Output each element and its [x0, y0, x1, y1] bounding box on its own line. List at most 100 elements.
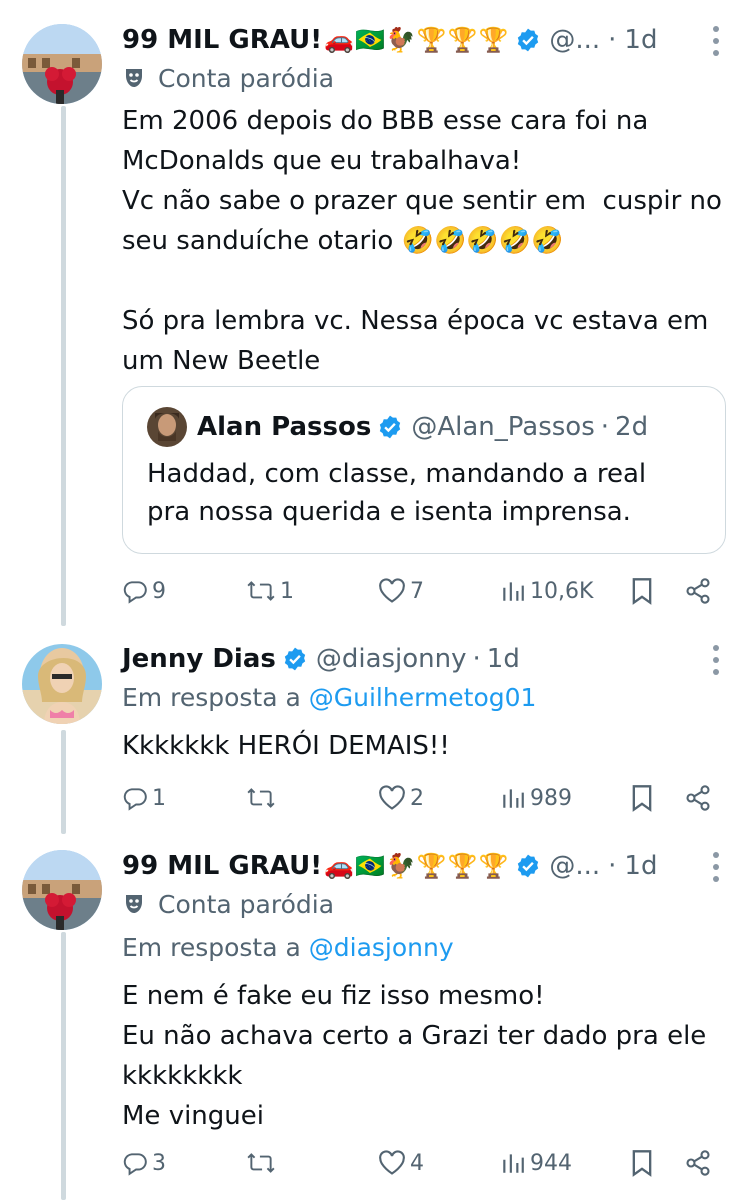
- handle[interactable]: @...: [549, 25, 600, 55]
- parody-label: Conta paródia: [122, 886, 334, 922]
- reply-icon: [123, 581, 147, 604]
- action-bar: 1 2 989: [122, 778, 722, 818]
- reply-prefix: Em resposta a: [122, 683, 301, 712]
- handle[interactable]: @diasjonny: [316, 644, 467, 674]
- view-count: 944: [530, 1150, 572, 1176]
- quote-avatar[interactable]: [147, 407, 187, 447]
- repost-button[interactable]: [246, 1143, 280, 1183]
- avatar[interactable]: [22, 24, 102, 104]
- timestamp[interactable]: 1d: [624, 851, 657, 881]
- view-count: 989: [530, 785, 572, 811]
- like-count: 7: [410, 578, 424, 604]
- name-emojis: 🚗🇧🇷🐓🏆🏆🏆: [324, 26, 510, 54]
- views-button[interactable]: 944: [500, 1143, 572, 1183]
- views-chart-icon: [503, 1154, 524, 1173]
- separator-dot: ·: [600, 412, 610, 442]
- thread-line: [61, 932, 66, 1200]
- action-bar: 9 1 7 10,6K: [122, 571, 722, 611]
- share-button[interactable]: [684, 571, 712, 611]
- action-bar: 3 4 944: [122, 1143, 722, 1183]
- share-button[interactable]: [684, 1143, 712, 1183]
- views-chart-icon: [503, 789, 524, 808]
- avatar[interactable]: [22, 850, 102, 930]
- share-icon: [686, 1150, 710, 1176]
- bookmark-icon: [632, 1150, 652, 1177]
- like-count: 4: [410, 1150, 424, 1176]
- views-button[interactable]: 989: [500, 778, 572, 818]
- repost-button[interactable]: [246, 778, 280, 818]
- reply-context: Em resposta a @Guilhermetog01: [122, 683, 536, 712]
- display-name[interactable]: 99 MIL GRAU!: [122, 25, 322, 55]
- reply-count: 3: [152, 1150, 166, 1176]
- parody-text: Conta paródia: [158, 63, 335, 93]
- name-emojis: 🚗🇧🇷🐓🏆🏆🏆: [324, 852, 510, 880]
- reply-context: Em resposta a @diasjonny: [122, 933, 454, 962]
- bookmark-button[interactable]: [630, 571, 654, 611]
- repost-icon: [247, 1153, 275, 1173]
- tweet-header: Jenny Dias @diasjonny · 1d: [122, 639, 727, 679]
- like-count: 2: [410, 785, 424, 811]
- heart-icon: [379, 578, 405, 603]
- parody-text: Conta paródia: [158, 889, 335, 919]
- share-button[interactable]: [684, 778, 712, 818]
- avatar[interactable]: [22, 644, 102, 724]
- quote-text: Haddad, com classe, mandando a real pra …: [147, 459, 647, 527]
- tweet-text: Kkkkkkk HERÓI DEMAIS!!: [122, 731, 450, 761]
- views-button[interactable]: 10,6K: [500, 571, 593, 611]
- tweet-text: E nem é fake eu fiz isso mesmo! Eu não a…: [122, 981, 707, 1131]
- heart-icon: [379, 1150, 405, 1175]
- handle[interactable]: @...: [549, 851, 600, 881]
- separator-dot: ·: [608, 25, 617, 55]
- thread-line: [61, 106, 66, 626]
- tweet-header: 99 MIL GRAU! 🚗🇧🇷🐓🏆🏆🏆 @... · 1d: [122, 20, 727, 60]
- more-options-icon[interactable]: [711, 645, 721, 675]
- timestamp[interactable]: 1d: [624, 25, 657, 55]
- repost-icon: [247, 788, 275, 808]
- tweet-header: 99 MIL GRAU! 🚗🇧🇷🐓🏆🏆🏆 @... · 1d: [122, 846, 727, 886]
- share-icon: [686, 578, 710, 604]
- more-options-icon[interactable]: [711, 852, 721, 882]
- reply-button[interactable]: 3: [122, 1143, 166, 1183]
- bookmark-icon: [632, 785, 652, 812]
- quote-display-name[interactable]: Alan Passos: [197, 412, 371, 442]
- like-button[interactable]: 7: [378, 571, 424, 611]
- reply-mention-link[interactable]: @Guilhermetog01: [309, 683, 537, 712]
- bookmark-icon: [632, 578, 652, 605]
- view-count: 10,6K: [530, 578, 594, 604]
- reply-prefix: Em resposta a: [122, 933, 301, 962]
- separator-dot: ·: [608, 851, 617, 881]
- views-chart-icon: [503, 582, 524, 601]
- bookmark-button[interactable]: [630, 778, 654, 818]
- reply-count: 9: [152, 578, 166, 604]
- parody-label: Conta paródia: [122, 60, 334, 96]
- repost-count: 1: [280, 578, 294, 604]
- repost-button[interactable]: 1: [246, 571, 294, 611]
- display-name[interactable]: Jenny Dias: [122, 644, 276, 674]
- verified-badge-icon: [282, 646, 308, 672]
- verified-badge-icon: [515, 853, 541, 879]
- like-button[interactable]: 4: [378, 1143, 424, 1183]
- reply-count: 1: [152, 785, 166, 811]
- like-button[interactable]: 2: [378, 778, 424, 818]
- thread-line: [61, 730, 66, 834]
- share-icon: [686, 785, 710, 811]
- quote-header: Alan Passos @Alan_Passos · 2d: [147, 407, 648, 447]
- reply-mention-link[interactable]: @diasjonny: [309, 933, 454, 962]
- display-name[interactable]: 99 MIL GRAU!: [122, 851, 322, 881]
- quote-handle: @Alan_Passos: [411, 412, 595, 442]
- separator-dot: ·: [472, 644, 481, 674]
- tweet-text: Em 2006 depois do BBB esse cara foi na M…: [122, 106, 722, 376]
- reply-button[interactable]: 9: [122, 571, 166, 611]
- reply-icon: [123, 1153, 147, 1176]
- verified-badge-icon: [377, 414, 403, 440]
- reply-button[interactable]: 1: [122, 778, 166, 818]
- timestamp[interactable]: 1d: [487, 644, 520, 674]
- verified-badge-icon: [515, 27, 541, 53]
- more-options-icon[interactable]: [711, 26, 721, 56]
- quoted-tweet[interactable]: Alan Passos @Alan_Passos · 2d Haddad, co…: [122, 386, 726, 554]
- parody-mask-icon: [126, 69, 142, 87]
- bookmark-button[interactable]: [630, 1143, 654, 1183]
- parody-mask-icon: [126, 895, 142, 913]
- heart-icon: [379, 785, 405, 810]
- reply-icon: [123, 788, 147, 811]
